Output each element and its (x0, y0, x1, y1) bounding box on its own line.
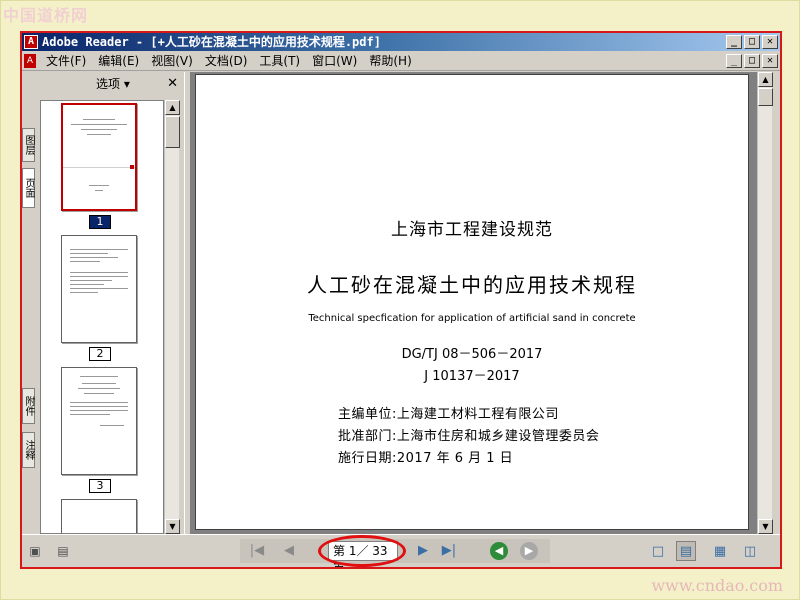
reader-window: A Adobe Reader - [+人工砂在混凝土中的应用技术规程.pdf] … (20, 31, 782, 569)
document-title-en: Technical specfication for application o… (308, 313, 636, 324)
thumbnail-page-1[interactable] (61, 103, 137, 211)
monitor-icon[interactable]: ▣ (26, 543, 44, 559)
side-tabs: 图层 页面 附件 注释 (22, 72, 36, 534)
thumbnail-label-1[interactable]: 1 (89, 215, 111, 229)
menu-window[interactable]: 窗口(W) (306, 51, 363, 71)
approval-department: 批准部门:上海市住房和城乡建设管理委员会 (338, 429, 600, 444)
thumbnail-list: 1 2 3 (40, 100, 164, 534)
title-bar[interactable]: A Adobe Reader - [+人工砂在混凝土中的应用技术规程.pdf] … (22, 33, 780, 51)
menu-help[interactable]: 帮助(H) (363, 51, 417, 71)
back-history-icon[interactable]: ◀ (490, 542, 508, 560)
panel-options-row: 选项 ▾ ✕ (36, 72, 184, 96)
facing-view-icon[interactable]: ▦ (710, 541, 730, 561)
standard-code-dg: DG/TJ 08－506－2017 (401, 347, 543, 362)
forward-history-icon[interactable]: ▶ (520, 542, 538, 560)
tab-comments[interactable]: 注释 (22, 432, 35, 468)
pdf-page: 上海市工程建设规范 人工砂在混凝土中的应用技术规程 Technical spec… (195, 74, 749, 530)
document-title: 人工砂在混凝土中的应用技术规程 (307, 273, 637, 297)
continuous-facing-view-icon[interactable]: ◫ (740, 541, 760, 561)
standard-type: 上海市工程建设规范 (391, 220, 553, 240)
panel-splitter[interactable] (184, 72, 191, 534)
previous-page-button[interactable]: ◀ (280, 542, 298, 560)
document-view: 上海市工程建设规范 人工砂在混凝土中的应用技术规程 Technical spec… (191, 72, 757, 534)
scroll-up-arrow-icon[interactable]: ▲ (165, 100, 180, 115)
adobe-reader-icon: A (24, 35, 38, 49)
last-page-button[interactable]: ▶| (440, 542, 458, 560)
doc-scroll-up-icon[interactable]: ▲ (758, 72, 773, 87)
doc-scroll-thumb[interactable] (758, 88, 773, 106)
thumbnail-scrollbar[interactable]: ▲ ▼ (164, 100, 180, 534)
watermark-bottom: www.cndao.com (651, 576, 783, 595)
menu-view[interactable]: 视图(V) (145, 51, 199, 71)
scroll-thumb[interactable] (165, 116, 180, 148)
window-title: Adobe Reader - [+人工砂在混凝土中的应用技术规程.pdf] (42, 35, 381, 49)
document-icon[interactable]: A (24, 54, 36, 68)
options-dropdown[interactable]: 选项 ▾ (96, 72, 130, 96)
tab-attachments[interactable]: 附件 (22, 388, 35, 424)
thumbnail-page-2[interactable] (61, 235, 137, 343)
effective-date: 施行日期:2017 年 6 月 1 日 (338, 451, 514, 466)
doc-restore-button[interactable]: □ (744, 54, 760, 68)
continuous-view-icon[interactable]: ▤ (676, 541, 696, 561)
menu-file[interactable]: 文件(F) (40, 51, 92, 71)
first-page-button[interactable]: |◀ (248, 542, 266, 560)
single-page-view-icon[interactable]: □ (648, 541, 668, 561)
tab-layers[interactable]: 图层 (22, 128, 35, 162)
red-circle-annotation (318, 535, 406, 567)
scroll-down-arrow-icon[interactable]: ▼ (165, 519, 180, 534)
editor-unit: 主编单位:上海建工材料工程有限公司 (338, 407, 559, 422)
document-scrollbar[interactable]: ▲ ▼ (757, 72, 773, 534)
tab-pages[interactable]: 页面 (22, 168, 35, 208)
thumbnail-label-3[interactable]: 3 (89, 479, 111, 493)
thumbnail-label-2[interactable]: 2 (89, 347, 111, 361)
navigation-panel: 图层 页面 附件 注释 选项 ▾ ✕ 1 2 3 ▲ ▼ (22, 72, 184, 534)
status-bar: ▣ ▤ |◀ ◀ 第 1／ 33 页 ▶ ▶| ◀ ▶ □ ▤ ▦ ◫ (22, 534, 780, 567)
standard-code-j: J 10137－2017 (424, 369, 520, 384)
thumbnail-page-3[interactable] (61, 367, 137, 475)
menu-tools[interactable]: 工具(T) (253, 51, 306, 71)
watermark-top: 中国道桥网 (3, 6, 89, 25)
menu-document[interactable]: 文档(D) (199, 51, 254, 71)
thumbnail-page-4[interactable] (61, 499, 137, 533)
menu-bar: A 文件(F) 编辑(E) 视图(V) 文档(D) 工具(T) 窗口(W) 帮助… (22, 51, 780, 71)
restore-button[interactable]: □ (744, 35, 760, 49)
page-navigation: |◀ ◀ 第 1／ 33 页 ▶ ▶| ◀ ▶ (240, 535, 550, 567)
close-button[interactable]: ✕ (762, 35, 778, 49)
page-layout-icon[interactable]: ▤ (54, 543, 72, 559)
doc-scroll-down-icon[interactable]: ▼ (758, 519, 773, 534)
doc-minimize-button[interactable]: _ (726, 54, 742, 68)
menu-edit[interactable]: 编辑(E) (92, 51, 145, 71)
background-frame: 中国道桥网 www.cndao.com A Adobe Reader - [+人… (0, 0, 800, 600)
panel-close-icon[interactable]: ✕ (167, 72, 178, 96)
minimize-button[interactable]: _ (726, 35, 742, 49)
next-page-button[interactable]: ▶ (414, 542, 432, 560)
right-edge-strip (773, 72, 780, 534)
doc-close-button[interactable]: ✕ (762, 54, 778, 68)
